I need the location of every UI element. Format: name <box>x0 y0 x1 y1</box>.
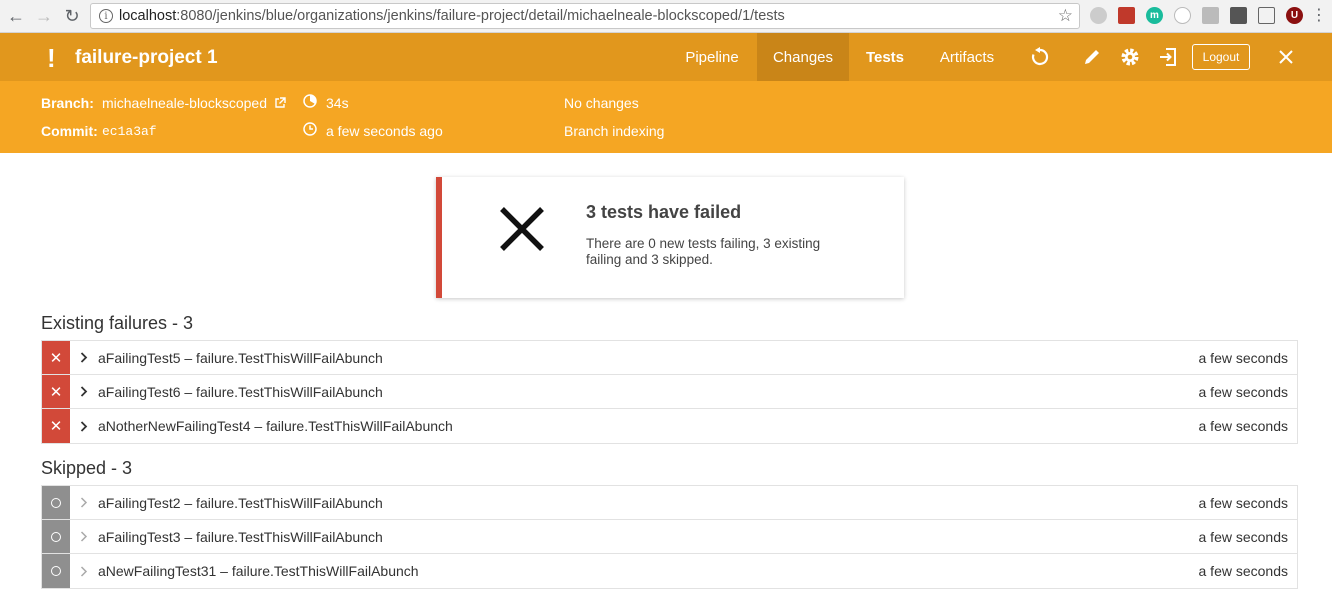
address-bar[interactable]: i localhost:8080/jenkins/blue/organizati… <box>90 3 1080 29</box>
chevron-right-icon[interactable] <box>70 565 98 577</box>
extension-icon[interactable] <box>1090 7 1107 24</box>
test-duration: a few seconds <box>1198 418 1289 434</box>
extension-icon[interactable] <box>1230 7 1247 24</box>
test-row[interactable]: aNewFailingTest31 – failure.TestThisWill… <box>42 554 1297 588</box>
clock-icon <box>303 122 317 139</box>
chevron-right-icon[interactable] <box>70 386 98 397</box>
test-name: aFailingTest5 – failure.TestThisWillFail… <box>98 349 383 366</box>
branch-value[interactable]: michaelneale-blockscoped <box>102 95 267 111</box>
gear-icon[interactable] <box>1118 45 1142 69</box>
failed-status-icon: ✕ <box>42 375 70 408</box>
chevron-right-icon[interactable] <box>70 497 98 508</box>
tab-tests[interactable]: Tests <box>856 33 914 81</box>
test-row[interactable]: ✕ aNotherNewFailingTest4 – failure.TestT… <box>42 409 1297 443</box>
test-row[interactable]: ✕ aFailingTest6 – failure.TestThisWillFa… <box>42 375 1297 409</box>
duration-icon <box>303 94 317 111</box>
chevron-right-icon[interactable] <box>70 352 98 363</box>
failed-status-icon: ✕ <box>42 341 70 374</box>
tab-artifacts[interactable]: Artifacts <box>930 33 1004 81</box>
edit-pencil-icon[interactable] <box>1080 45 1104 69</box>
summary-title: 3 tests have failed <box>586 202 742 222</box>
test-row[interactable]: ✕ aFailingTest5 – failure.TestThisWillFa… <box>42 341 1297 375</box>
extension-icon[interactable] <box>1202 7 1219 24</box>
skipped-heading: Skipped - 3 <box>41 458 133 478</box>
started-time: a few seconds ago <box>326 123 443 139</box>
test-name: aNewFailingTest31 – failure.TestThisWill… <box>98 563 419 579</box>
forward-arrow-icon[interactable]: → <box>33 5 55 27</box>
failed-status-icon: ✕ <box>42 409 70 443</box>
cast-icon[interactable] <box>1258 7 1275 24</box>
url-host: localhost <box>119 8 177 24</box>
changes-summary: No changes <box>564 95 639 111</box>
url-path: :8080/jenkins/blue/organizations/jenkins… <box>176 8 785 24</box>
test-name: aFailingTest3 – failure.TestThisWillFail… <box>98 528 383 545</box>
branch-label: Branch: <box>41 95 94 111</box>
test-name: aFailingTest2 – failure.TestThisWillFail… <box>98 494 383 511</box>
bookmark-star-icon[interactable]: ☆ <box>1058 6 1073 26</box>
rerun-icon[interactable] <box>1028 45 1052 69</box>
extension-icon[interactable]: m <box>1146 7 1163 24</box>
summary-text: There are 0 new tests failing, 3 existin… <box>586 236 821 267</box>
chevron-right-icon[interactable] <box>70 420 98 432</box>
test-row[interactable]: aFailingTest2 – failure.TestThisWillFail… <box>42 486 1297 520</box>
extension-icon[interactable]: U <box>1286 7 1303 24</box>
tab-changes[interactable]: Changes <box>757 33 849 81</box>
test-row[interactable]: aFailingTest3 – failure.TestThisWillFail… <box>42 520 1297 554</box>
skipped-list: aFailingTest2 – failure.TestThisWillFail… <box>41 485 1298 589</box>
test-name: aFailingTest6 – failure.TestThisWillFail… <box>98 383 383 400</box>
info-icon[interactable]: i <box>99 9 113 23</box>
run-cause: Branch indexing <box>564 123 665 139</box>
open-classic-icon[interactable] <box>1156 45 1180 69</box>
tab-pipeline[interactable]: Pipeline <box>674 33 750 81</box>
skipped-status-icon <box>42 554 70 588</box>
test-duration: a few seconds <box>1198 563 1289 579</box>
test-duration: a few seconds <box>1198 528 1289 545</box>
unstable-status-icon: ! <box>47 43 56 73</box>
failed-x-icon <box>498 205 546 258</box>
existing-failures-list: ✕ aFailingTest5 – failure.TestThisWillFa… <box>41 340 1298 444</box>
test-summary-card: 3 tests have failed There are 0 new test… <box>436 177 904 298</box>
commit-value[interactable]: ec1a3af <box>102 124 157 139</box>
extension-icon[interactable] <box>1118 7 1135 24</box>
back-arrow-icon[interactable]: ← <box>5 5 27 27</box>
commit-label: Commit: <box>41 123 98 139</box>
external-link-icon[interactable] <box>274 96 286 112</box>
test-name: aNotherNewFailingTest4 – failure.TestThi… <box>98 418 453 434</box>
reload-icon[interactable]: ↻ <box>61 5 83 27</box>
extension-icon[interactable] <box>1174 7 1191 24</box>
browser-toolbar: ← → ↻ i localhost:8080/jenkins/blue/orga… <box>0 0 1332 33</box>
menu-icon[interactable]: ⋮ <box>1308 5 1330 27</box>
close-icon[interactable] <box>1274 45 1298 69</box>
test-duration: a few seconds <box>1198 383 1289 400</box>
test-duration: a few seconds <box>1198 494 1289 511</box>
test-duration: a few seconds <box>1198 349 1289 366</box>
run-details-bar: Branch: michaelneale-blockscoped Commit:… <box>0 81 1332 153</box>
existing-failures-heading: Existing failures - 3 <box>41 313 194 333</box>
chevron-right-icon[interactable] <box>70 531 98 542</box>
duration-value: 34s <box>326 95 349 111</box>
skipped-status-icon <box>42 486 70 519</box>
logout-button[interactable]: Logout <box>1192 44 1250 70</box>
run-title: failure-project 1 <box>75 47 218 68</box>
run-header: ! failure-project 1 Pipeline Changes Tes… <box>0 33 1332 81</box>
skipped-status-icon <box>42 520 70 553</box>
